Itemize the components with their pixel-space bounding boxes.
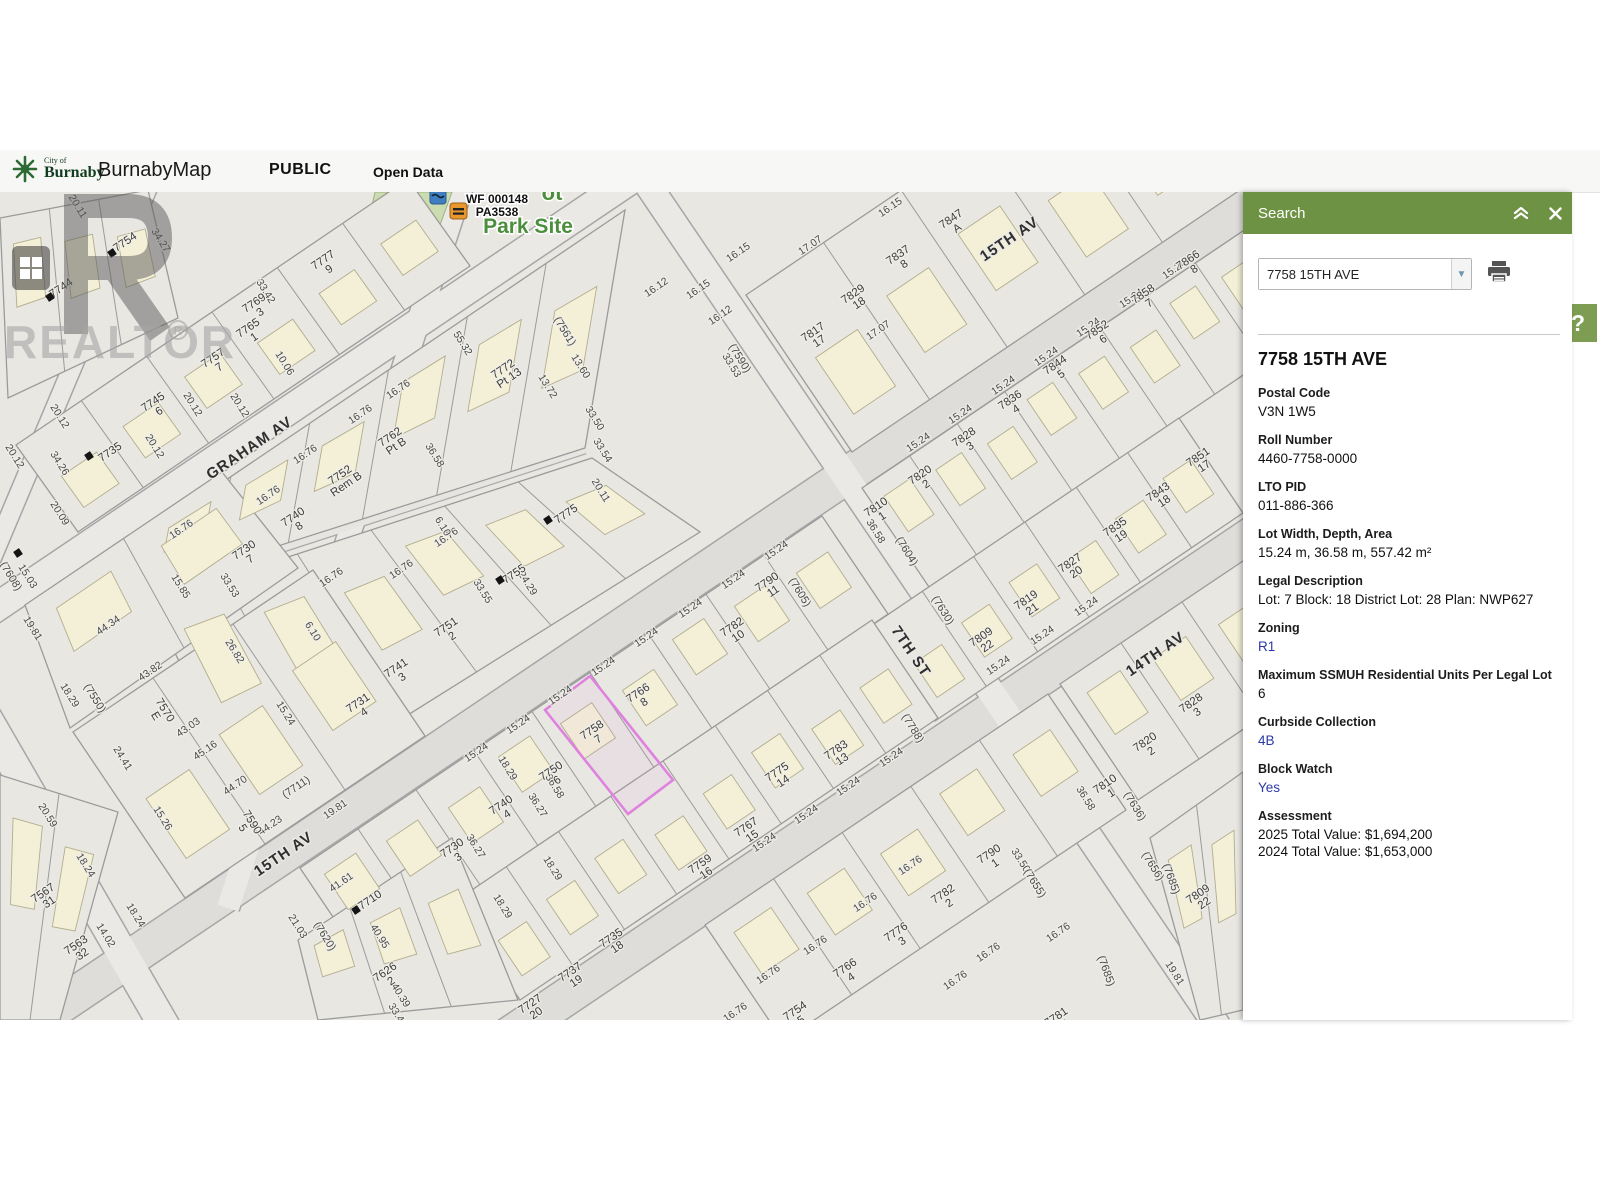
field-lto-pid: LTO PID 011-886-366 [1258, 480, 1562, 514]
field-label: Curbside Collection [1258, 715, 1562, 729]
park-name-label: Park Site [483, 215, 573, 238]
search-panel-header: Search [1243, 192, 1572, 234]
combo-dropdown-button[interactable]: ▼ [1451, 259, 1471, 289]
park-wf-label: WF 000148 [466, 192, 528, 206]
chevron-double-up-icon [1513, 206, 1529, 220]
printer-icon [1486, 260, 1512, 284]
field-value: 15.24 m, 36.58 m, 557.42 m² [1258, 544, 1562, 561]
field-assessment: Assessment 2025 Total Value: $1,694,20020… [1258, 809, 1562, 860]
field-value: 011-886-366 [1258, 497, 1562, 514]
field-label: Zoning [1258, 621, 1562, 635]
result-title: 7758 15TH AVE [1258, 349, 1387, 370]
field-value: 2024 Total Value: $1,653,000 [1258, 843, 1562, 860]
svg-text:?: ? [1571, 310, 1585, 336]
city-of-burnaby-logo[interactable]: City of Burnaby [10, 154, 104, 184]
field-roll-number: Roll Number 4460-7758-0000 [1258, 433, 1562, 467]
burnaby-tree-icon [10, 154, 40, 184]
field-value: Lot: 7 Block: 18 District Lot: 28 Plan: … [1258, 591, 1562, 608]
grid-icon [18, 255, 44, 281]
field-value: V3N 1W5 [1258, 403, 1562, 420]
field-label: Roll Number [1258, 433, 1562, 447]
park-name-fragment: ot [542, 192, 563, 205]
menu-open-data[interactable]: Open Data [373, 164, 443, 180]
field-label: Postal Code [1258, 386, 1562, 400]
basemap-grid-button[interactable] [12, 246, 50, 290]
app-title: BurnabyMap [98, 159, 211, 182]
field-value-link[interactable]: 4B [1258, 732, 1562, 749]
result-fields: Postal Code V3N 1W5 Roll Number 4460-7758-0… [1258, 386, 1562, 873]
field-label: LTO PID [1258, 480, 1562, 494]
close-panel-button[interactable] [1538, 192, 1572, 234]
field-label: Legal Description [1258, 574, 1562, 588]
logo-burnaby: Burnaby [44, 165, 104, 181]
field-value: 4460-7758-0000 [1258, 450, 1562, 467]
field-block-watch: Block Watch Yes [1258, 762, 1562, 796]
panel-divider [1258, 334, 1560, 335]
field-value-link[interactable]: R1 [1258, 638, 1562, 655]
map-area[interactable]: 20.1220.1220.1220.1220.1210.0633.4234.27… [0, 192, 1243, 1020]
public-mode-label: PUBLIC [269, 161, 332, 179]
svg-text:REALTOR: REALTOR [4, 316, 236, 368]
water-feature-icon [430, 192, 446, 204]
field-value: 2025 Total Value: $1,694,200 [1258, 826, 1562, 843]
field-label: Lot Width, Depth, Area [1258, 527, 1562, 541]
field-postal-code: Postal Code V3N 1W5 [1258, 386, 1562, 420]
panel-title: Search [1258, 205, 1504, 222]
field-value: 6 [1258, 685, 1562, 702]
app-header: City of Burnaby BurnabyMap PUBLIC Open D… [0, 150, 1600, 193]
search-panel: Search ▼ [1243, 192, 1572, 1020]
search-panel-body: ▼ 7758 15TH AVE Postal Code V3N 1W5 Roll N… [1243, 234, 1572, 1020]
search-input[interactable] [1259, 259, 1451, 289]
field-label: Block Watch [1258, 762, 1562, 776]
field-curbside-collection: Curbside Collection 4B [1258, 715, 1562, 749]
field-lot-width-depth-area: Lot Width, Depth, Area 15.24 m, 36.58 m, … [1258, 527, 1562, 561]
field-zoning: Zoning R1 [1258, 621, 1562, 655]
close-icon [1549, 207, 1562, 220]
park-bench-icon [450, 203, 467, 219]
collapse-panel-button[interactable] [1504, 192, 1538, 234]
search-combobox: ▼ [1258, 258, 1472, 290]
field-legal-description: Legal Description Lot: 7 Block: 18 Distri… [1258, 574, 1562, 608]
map-canvas[interactable]: 20.1220.1220.1220.1220.1210.0633.4234.27… [0, 192, 1243, 1020]
field-value-link[interactable]: Yes [1258, 779, 1562, 796]
field-label: Maximum SSMUH Residential Units Per Lega… [1258, 668, 1562, 682]
print-result-button[interactable] [1486, 260, 1512, 289]
svg-text:R: R [174, 324, 183, 338]
burnabymap-app: { "header": { "logo_city": "City of", "l… [0, 0, 1600, 1200]
field-maximum-ssmuh-residential-units-per-legal-lot: Maximum SSMUH Residential Units Per Lega… [1258, 668, 1562, 702]
field-label: Assessment [1258, 809, 1562, 823]
